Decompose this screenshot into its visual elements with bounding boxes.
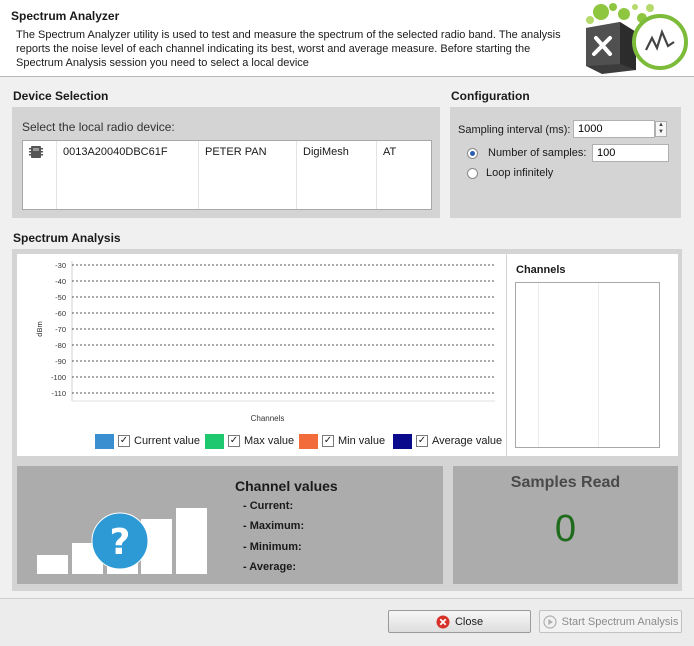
current-value-label: Current value [134,435,201,447]
average-value-swatch [393,433,412,449]
spectrum-analyzer-logo-icon [586,3,688,74]
loop-infinitely-radio[interactable] [467,168,478,179]
number-of-samples-input[interactable] [592,144,669,162]
svg-text:?: ? [110,522,131,563]
max-value-swatch [205,433,224,449]
current-value-swatch [95,433,114,449]
chart-y-tick-label: -110 [52,389,66,398]
samples-read-title: Samples Read [510,474,621,491]
app-title: Spectrum Analyzer [11,9,120,23]
max-value-checkbox[interactable]: ✓ [228,435,240,447]
app-description: The Spectrum Analyzer utility is used to… [16,29,561,69]
radio-module-icon [29,146,43,158]
close-icon [436,615,450,628]
start-spectrum-analysis-label: Start Spectrum Analysis [561,615,679,628]
min-value-checkbox[interactable]: ✓ [322,435,334,447]
device-icon-cell [23,141,57,209]
average-value-readout: - Average: [243,561,296,573]
legend-min-value[interactable]: ✓ Min value [299,433,385,449]
channels-list[interactable] [515,282,660,448]
sampling-interval-label: Sampling interval (ms): [458,124,571,136]
signal-bars-help-icon: ? [37,508,207,574]
close-button-label: Close [454,615,484,628]
device-prompt-label: Select the local radio device: [22,120,175,134]
current-value-readout: - Current: [243,500,294,512]
chart-y-tick-label: -30 [55,261,66,270]
device-selection-title: Device Selection [13,89,109,103]
play-icon [543,614,557,629]
close-button[interactable]: Close [388,610,531,633]
samples-read-value: 0 [554,508,577,550]
legend-current-value[interactable]: ✓ Current value [95,433,200,449]
spectrum-chart: -30 -40 -50 -60 -70 -80 -90 -100 -110 dBm Channels [35,261,495,423]
legend-average-value[interactable]: ✓ Average value [393,433,502,449]
average-value-checkbox[interactable]: ✓ [416,435,428,447]
maximum-value-readout: - Maximum: [243,520,305,532]
chart-y-tick-label: -100 [51,373,66,382]
device-mode: AT [383,146,397,158]
max-value-label: Max value [244,435,295,447]
sampling-interval-input[interactable] [573,120,655,138]
average-value-label: Average value [432,435,503,447]
channels-list-divider [598,283,599,447]
channels-title: Channels [516,264,566,276]
channel-values-title: Channel values [235,478,338,494]
spectrum-analysis-title: Spectrum Analysis [13,231,121,245]
start-spectrum-analysis-button[interactable]: Start Spectrum Analysis [539,610,682,633]
chart-y-tick-label: -40 [55,277,66,286]
device-row[interactable]: 0013A20040DBC61F PETER PAN DigiMesh AT [23,141,431,209]
chart-y-tick-label: -80 [55,341,66,350]
chart-y-tick-label: -90 [55,357,66,366]
minimum-value-readout: - Minimum: [243,541,302,553]
sampling-interval-spinner[interactable]: ▲ ▼ [655,121,667,137]
device-protocol: DigiMesh [297,141,377,209]
chart-y-tick-label: -70 [55,325,66,334]
device-name: PETER PAN [199,141,297,209]
current-value-checkbox[interactable]: ✓ [118,435,130,447]
min-value-label: Min value [338,435,386,447]
device-address: 0013A20040DBC61F [57,141,199,209]
legend-max-value[interactable]: ✓ Max value [205,433,294,449]
min-value-swatch [299,433,318,449]
channels-list-divider [538,283,539,447]
chart-x-axis-label: Channels [251,414,285,423]
chart-y-tick-label: -50 [55,293,66,302]
chart-y-axis-label: dBm [35,321,44,336]
configuration-title: Configuration [451,89,530,103]
number-of-samples-label: Number of samples: [488,147,587,159]
chart-y-tick-label: -60 [55,309,66,318]
loop-infinitely-label: Loop infinitely [486,167,554,179]
number-of-samples-radio[interactable] [467,148,478,159]
device-list[interactable]: 0013A20040DBC61F PETER PAN DigiMesh AT [22,140,432,210]
